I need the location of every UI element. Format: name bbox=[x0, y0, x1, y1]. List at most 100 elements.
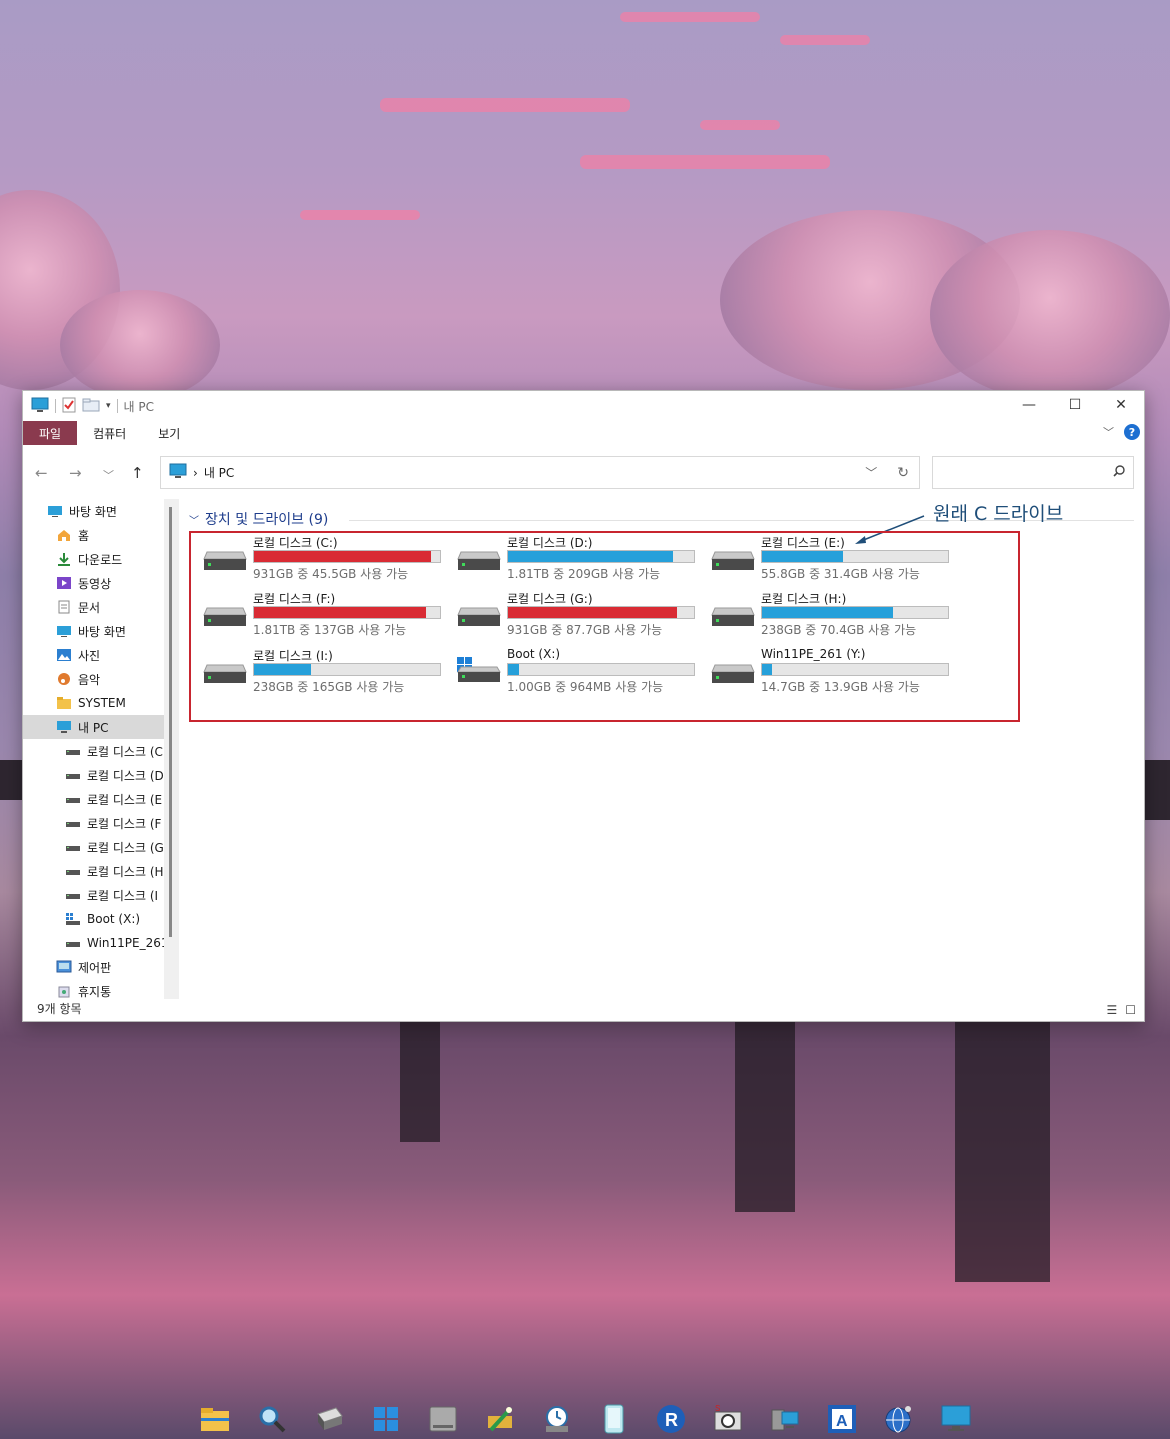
drive-name: Boot (X:) bbox=[507, 647, 561, 661]
drive-tile[interactable]: 로컬 디스크 (G:) 931GB 중 87.7GB 사용 가능 bbox=[445, 590, 695, 644]
sidebar-item-label: 로컬 디스크 (F bbox=[87, 816, 162, 831]
sidebar-item-11[interactable]: 로컬 디스크 (D bbox=[23, 763, 177, 787]
maximize-button[interactable]: ☐ bbox=[1052, 391, 1098, 419]
breadcrumb[interactable]: 내 PC bbox=[204, 464, 234, 481]
file-explorer-icon[interactable] bbox=[196, 1400, 234, 1438]
sidebar-item-12[interactable]: 로컬 디스크 (E bbox=[23, 787, 177, 811]
sidebar-item-9[interactable]: 내 PC bbox=[23, 715, 177, 739]
sidebar-item-7[interactable]: 음악 bbox=[23, 667, 177, 691]
sidebar-item-label: 내 PC bbox=[78, 720, 109, 735]
sidebar-item-label: 제어판 bbox=[78, 960, 112, 975]
drive-tile[interactable]: 로컬 디스크 (C:) 931GB 중 45.5GB 사용 가능 bbox=[191, 534, 441, 588]
drive-tile[interactable]: 로컬 디스크 (F:) 1.81TB 중 137GB 사용 가능 bbox=[191, 590, 441, 644]
drive-tile[interactable]: 로컬 디스크 (I:) 238GB 중 165GB 사용 가능 bbox=[191, 647, 441, 701]
monitor-icon[interactable] bbox=[937, 1400, 975, 1438]
r-app-icon[interactable]: R bbox=[652, 1400, 690, 1438]
drive-usage-bar bbox=[253, 550, 441, 563]
network-icon[interactable] bbox=[766, 1400, 804, 1438]
folder-icon bbox=[56, 696, 72, 710]
sidebar-item-17[interactable]: Boot (X:) bbox=[23, 907, 177, 931]
drive-tile[interactable]: Win11PE_261 (Y:) 14.7GB 중 13.9GB 사용 가능 bbox=[699, 647, 949, 701]
sidebar-item-6[interactable]: 사진 bbox=[23, 643, 177, 667]
drive-tile[interactable]: Boot (X:) 1.00GB 중 964MB 사용 가능 bbox=[445, 647, 695, 701]
a-app-icon[interactable]: A bbox=[823, 1400, 861, 1438]
drive-icon bbox=[65, 840, 81, 854]
ribbon-tabs: 파일 컴퓨터 보기 ﹀ ? bbox=[23, 421, 1144, 445]
sidebar-item-label: 로컬 디스크 (G bbox=[87, 840, 164, 855]
details-view-icon[interactable]: ☰ bbox=[1106, 1003, 1117, 1017]
sidebar-item-16[interactable]: 로컬 디스크 (I bbox=[23, 883, 177, 907]
ribbon-expand-icon[interactable]: ﹀ bbox=[1103, 424, 1114, 440]
sidebar-item-3[interactable]: 동영상 bbox=[23, 571, 177, 595]
screen-capture-icon[interactable]: S bbox=[709, 1400, 747, 1438]
recycle-bin-icon bbox=[56, 984, 72, 998]
recent-locations-chevron-icon[interactable]: ﹀ bbox=[103, 467, 114, 483]
drive-usage-fill bbox=[508, 664, 519, 675]
phone-icon[interactable] bbox=[595, 1400, 633, 1438]
sidebar-item-8[interactable]: SYSTEM bbox=[23, 691, 177, 715]
sidebar-item-5[interactable]: 바탕 화면 bbox=[23, 619, 177, 643]
chevron-down-icon[interactable]: ﹀ bbox=[865, 464, 877, 481]
large-icons-view-icon[interactable]: ☐ bbox=[1125, 1003, 1136, 1017]
drive-tool-icon[interactable] bbox=[310, 1400, 348, 1438]
sidebar-item-10[interactable]: 로컬 디스크 (C bbox=[23, 739, 177, 763]
sidebar-item-18[interactable]: Win11PE_261 bbox=[23, 931, 177, 955]
sidebar-item-2[interactable]: 다운로드 bbox=[23, 547, 177, 571]
hdd-icon bbox=[203, 606, 247, 628]
hdd-icon bbox=[203, 663, 247, 685]
quick-access-dropdown-icon[interactable]: ▾ bbox=[106, 401, 111, 411]
chevron-down-icon[interactable]: ﹀ bbox=[189, 512, 199, 527]
desktop-icon bbox=[47, 504, 63, 518]
sidebar-item-20[interactable]: 휴지통 bbox=[23, 979, 177, 999]
search-icon bbox=[1113, 465, 1125, 480]
tab-file[interactable]: 파일 bbox=[23, 421, 78, 445]
drive-usage-fill bbox=[508, 607, 677, 618]
minimize-button[interactable]: — bbox=[1006, 391, 1052, 419]
music-icon bbox=[56, 672, 72, 686]
search-tool-icon[interactable] bbox=[253, 1400, 291, 1438]
drive-tile[interactable]: 로컬 디스크 (E:) 55.8GB 중 31.4GB 사용 가능 bbox=[699, 534, 949, 588]
start-grid-icon[interactable] bbox=[367, 1400, 405, 1438]
title-bar[interactable]: ▾ 내 PC — ☐ ✕ bbox=[23, 391, 1144, 421]
tab-view[interactable]: 보기 bbox=[142, 421, 196, 445]
explorer-window[interactable]: ▾ 내 PC — ☐ ✕ 파일 컴퓨터 보기 ﹀ ? ← → ﹀ ↑ › 내 P… bbox=[22, 390, 1145, 1022]
refresh-icon[interactable]: ↻ bbox=[897, 465, 909, 481]
sidebar-item-15[interactable]: 로컬 디스크 (H bbox=[23, 859, 177, 883]
window-title: 내 PC bbox=[123, 399, 155, 414]
group-header[interactable]: ﹀ 장치 및 드라이브 (9) bbox=[189, 509, 328, 529]
taskbar: R S A bbox=[0, 1398, 1170, 1439]
drive-usage-fill bbox=[254, 664, 312, 675]
drive-name: Win11PE_261 (Y:) bbox=[761, 647, 866, 661]
wand-icon[interactable] bbox=[481, 1400, 519, 1438]
drive-free-space: 1.81TB 중 137GB 사용 가능 bbox=[253, 623, 407, 637]
content-pane: ﹀ 장치 및 드라이브 (9) 원래 C 드라이브 로컬 디스크 (C:) 931… bbox=[189, 499, 1144, 999]
up-arrow-icon[interactable]: ↑ bbox=[131, 464, 144, 482]
drive-tile[interactable]: 로컬 디스크 (H:) 238GB 중 70.4GB 사용 가능 bbox=[699, 590, 949, 644]
sidebar-item-14[interactable]: 로컬 디스크 (G bbox=[23, 835, 177, 859]
help-icon[interactable]: ? bbox=[1124, 424, 1140, 440]
backup-icon[interactable] bbox=[538, 1400, 576, 1438]
forward-arrow-icon[interactable]: → bbox=[69, 464, 82, 482]
globe-icon[interactable] bbox=[880, 1400, 918, 1438]
search-input[interactable] bbox=[932, 456, 1134, 489]
address-bar[interactable]: › 내 PC ﹀ ↻ bbox=[160, 456, 920, 489]
new-folder-icon[interactable] bbox=[82, 398, 100, 415]
sidebar-scrollbar[interactable] bbox=[164, 499, 179, 999]
sidebar-item-label: 로컬 디스크 (H bbox=[87, 864, 164, 879]
sidebar-item-label: 바탕 화면 bbox=[78, 624, 126, 639]
close-button[interactable]: ✕ bbox=[1098, 391, 1144, 419]
tab-computer[interactable]: 컴퓨터 bbox=[77, 421, 142, 445]
properties-icon[interactable] bbox=[62, 397, 76, 416]
sidebar-item-19[interactable]: 제어판 bbox=[23, 955, 177, 979]
breadcrumb-separator[interactable]: › bbox=[193, 466, 198, 480]
drive-name: 로컬 디스크 (G:) bbox=[507, 592, 593, 606]
pc-icon bbox=[31, 397, 49, 416]
back-arrow-icon[interactable]: ← bbox=[35, 464, 48, 482]
sidebar-item-4[interactable]: 문서 bbox=[23, 595, 177, 619]
drive-tile[interactable]: 로컬 디스크 (D:) 1.81TB 중 209GB 사용 가능 bbox=[445, 534, 695, 588]
sidebar-item-13[interactable]: 로컬 디스크 (F bbox=[23, 811, 177, 835]
disk-icon[interactable] bbox=[424, 1400, 462, 1438]
sidebar-item-1[interactable]: 홈 bbox=[23, 523, 177, 547]
drive-icon bbox=[65, 888, 81, 902]
sidebar-item-0[interactable]: 바탕 화면 bbox=[23, 499, 177, 523]
